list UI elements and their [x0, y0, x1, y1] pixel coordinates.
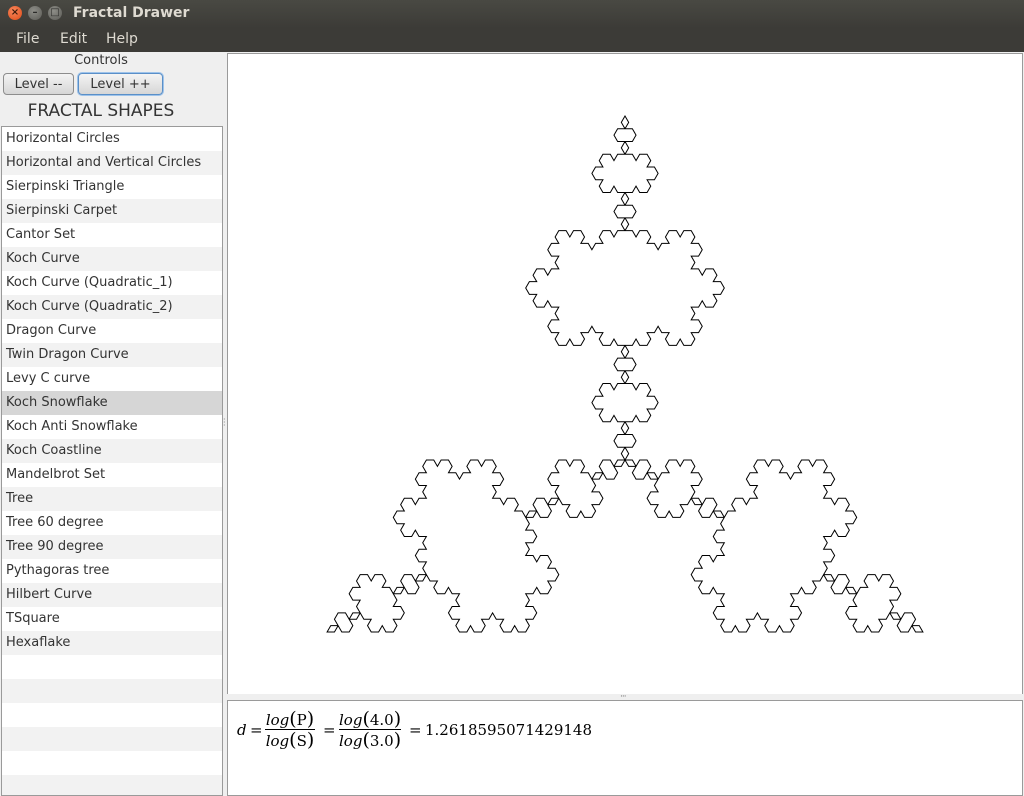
list-item[interactable]: Horizontal and Vertical Circles — [2, 151, 222, 175]
shape-list[interactable]: Horizontal Circles Horizontal and Vertica… — [1, 126, 223, 796]
list-item[interactable]: Mandelbrot Set — [2, 463, 222, 487]
list-item[interactable]: Cantor Set — [2, 223, 222, 247]
level-up-button[interactable]: Level ++ — [78, 73, 163, 95]
controls-label: Controls — [74, 53, 128, 68]
drawing-canvas — [227, 53, 1023, 695]
list-item-empty — [2, 775, 222, 795]
list-item[interactable]: Tree — [2, 487, 222, 511]
formula-d: d — [237, 721, 247, 739]
list-item-empty — [2, 679, 222, 703]
list-item-empty — [2, 751, 222, 775]
list-item-empty — [2, 727, 222, 751]
list-item[interactable]: Levy C curve — [2, 367, 222, 391]
list-item[interactable]: Tree 90 degree — [2, 535, 222, 559]
list-item[interactable]: Koch Anti Snowflake — [2, 415, 222, 439]
list-item[interactable]: Koch Curve (Quadratic_2) — [2, 295, 222, 319]
menu-bar: File Edit Help — [0, 28, 1024, 52]
list-item[interactable]: Koch Snowflake — [2, 391, 222, 415]
shapes-title: FRACTAL SHAPES — [27, 101, 175, 121]
fractal-drawing — [326, 115, 924, 633]
formula-eq-1: = — [250, 721, 263, 739]
koch-snowflake-path — [326, 115, 924, 633]
menu-edit[interactable]: Edit — [60, 31, 87, 47]
list-item-empty — [2, 655, 222, 679]
dimension-formula: d = log(P) log(S) = log(4.0) log(3.0) = … — [227, 700, 1023, 796]
list-item[interactable]: Sierpinski Carpet — [2, 199, 222, 223]
list-item[interactable]: Dragon Curve — [2, 319, 222, 343]
formula-result: 1.2618595071429148 — [425, 721, 593, 739]
minimize-icon[interactable]: – — [28, 6, 42, 20]
list-item-empty — [2, 703, 222, 727]
main-panel: Controls Level -- Level ++ FRACTAL SHAPE… — [0, 52, 1024, 796]
list-item[interactable]: Hilbert Curve — [2, 583, 222, 607]
fraction-symbolic: log(P) log(S) — [265, 708, 315, 751]
formula-eq-2: = — [323, 721, 336, 739]
fraction-numeric: log(4.0) log(3.0) — [339, 708, 402, 751]
list-item[interactable]: Sierpinski Triangle — [2, 175, 222, 199]
splitter-grip-icon: ··· — [223, 415, 226, 430]
list-item[interactable]: TSquare — [2, 607, 222, 631]
formula-eq-3: = — [409, 721, 422, 739]
maximize-icon[interactable]: □ — [48, 6, 62, 20]
list-item[interactable]: Horizontal Circles — [2, 127, 222, 151]
close-icon[interactable]: × — [8, 6, 22, 20]
list-item[interactable]: Pythagoras tree — [2, 559, 222, 583]
list-item[interactable]: Koch Curve (Quadratic_1) — [2, 271, 222, 295]
list-item[interactable]: Koch Coastline — [2, 439, 222, 463]
list-item[interactable]: Tree 60 degree — [2, 511, 222, 535]
list-item[interactable]: Twin Dragon Curve — [2, 343, 222, 367]
window-title: Fractal Drawer — [73, 5, 190, 21]
sidebar: Controls Level -- Level ++ FRACTAL SHAPE… — [0, 52, 223, 796]
list-item[interactable]: Hexaflake — [2, 631, 222, 655]
menu-help[interactable]: Help — [106, 31, 138, 47]
list-item[interactable]: Koch Curve — [2, 247, 222, 271]
title-bar: × – □ Fractal Drawer — [0, 0, 1024, 28]
menu-file[interactable]: File — [16, 31, 39, 47]
level-down-button[interactable]: Level -- — [3, 73, 74, 95]
